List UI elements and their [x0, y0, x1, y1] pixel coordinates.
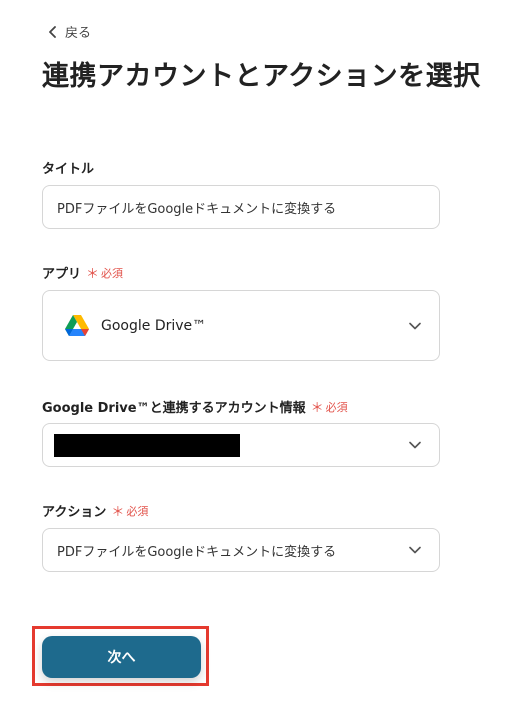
required-badge: ＊ 必須 [86, 263, 124, 283]
page-title: 連携アカウントとアクションを選択 [42, 61, 481, 92]
required-badge: ＊ 必須 [111, 501, 149, 521]
title-field-label: タイトル [42, 158, 94, 177]
action-label-text: アクション [42, 505, 107, 520]
chevron-left-icon [48, 25, 57, 38]
chevron-down-icon [409, 322, 421, 330]
required-text: 必須 [101, 266, 124, 280]
app-label-text: アプリ [42, 267, 82, 282]
required-star: ＊ [310, 401, 324, 416]
app-field-label: アプリ ＊ 必須 [42, 263, 124, 283]
action-select-value: PDFファイルをGoogleドキュメントに変換する [57, 544, 337, 560]
google-drive-icon [65, 315, 101, 336]
title-input[interactable]: PDFファイルをGoogleドキュメントに変換する [42, 185, 440, 229]
redacted-account-value [54, 433, 240, 457]
app-select-value: Google Drive™ [101, 317, 207, 334]
required-star: ＊ [86, 267, 100, 282]
account-field-label: Google Drive™と連携するアカウント情報 ＊ 必須 [42, 397, 348, 417]
next-button[interactable]: 次へ [42, 636, 201, 678]
account-label-text: Google Drive™と連携するアカウント情報 [42, 401, 306, 416]
back-label: 戻る [65, 26, 92, 41]
required-star: ＊ [111, 505, 125, 520]
required-text: 必須 [325, 400, 348, 414]
required-badge: ＊ 必須 [310, 397, 348, 417]
chevron-down-icon [409, 546, 421, 554]
title-label-text: タイトル [42, 162, 95, 177]
app-select[interactable]: Google Drive™ [42, 290, 440, 361]
chevron-down-icon [409, 441, 421, 449]
back-link[interactable]: 戻る [48, 22, 91, 41]
action-select[interactable]: PDFファイルをGoogleドキュメントに変換する [42, 528, 440, 572]
action-field-label: アクション ＊ 必須 [42, 501, 149, 521]
title-input-value: PDFファイルをGoogleドキュメントに変換する [57, 201, 337, 217]
account-select[interactable] [42, 423, 440, 467]
required-text: 必須 [126, 504, 149, 518]
page: 戻る 連携アカウントとアクションを選択 タイトル PDFファイルをGoogleド… [0, 0, 517, 715]
